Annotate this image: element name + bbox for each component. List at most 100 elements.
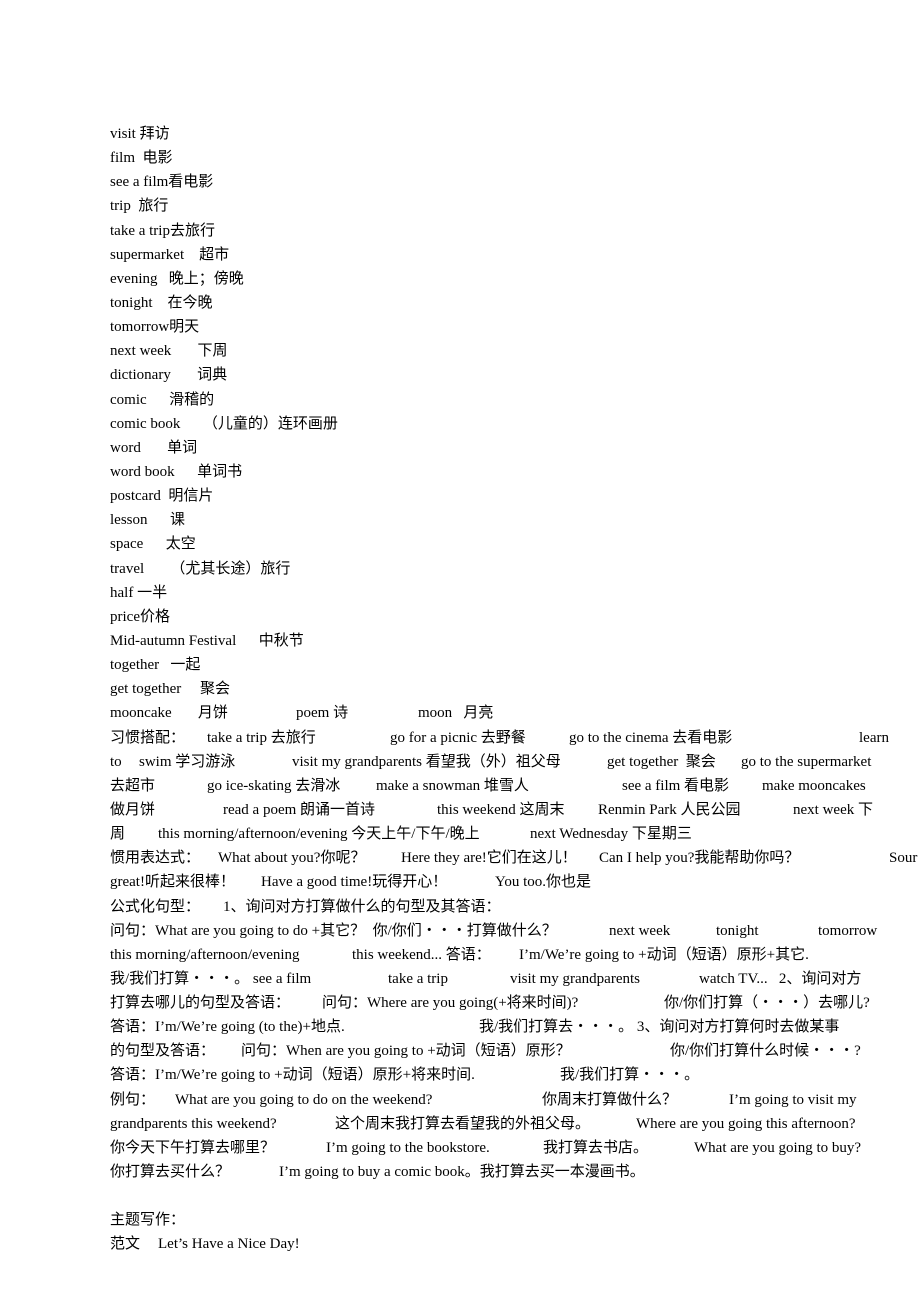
- collocation-line: 去超市 go ice-skating 去滑冰 make a snowman 堆雪…: [110, 774, 920, 798]
- expression: You too.你也是: [495, 874, 591, 891]
- document-page: visit 拜访 film 电影 see a film看电影 trip 旅行 t…: [110, 122, 920, 1257]
- vocab-item: visit 拜访: [110, 126, 170, 142]
- vocab-item: price价格: [110, 608, 170, 625]
- pattern-text: 你/你们打算（・・・）去哪儿?: [664, 995, 870, 1012]
- example-text: 你今天下午打算去哪里？: [110, 1139, 276, 1156]
- pattern-text: 的句型及答语：: [110, 1043, 216, 1060]
- collocation: next Wednesday 下星期三: [530, 826, 692, 843]
- vocab-item: space 太空: [110, 536, 196, 553]
- vocab-item: tonight 在今晚: [110, 294, 213, 311]
- vocab-item: word 单词: [110, 439, 198, 456]
- vocab-item: get together 聚会: [110, 681, 230, 698]
- pattern-text: 打算去哪儿的句型及答语：: [110, 995, 291, 1012]
- pattern-text: 你/你们打算什么时候・・・?: [670, 1043, 861, 1060]
- collocation: take a trip 去旅行: [207, 729, 316, 746]
- pattern-text: watch TV... 2、询问对方: [699, 970, 862, 987]
- collocation: go for a picnic 去野餐: [390, 729, 526, 746]
- example-text: I’m going to the bookstore.: [326, 1139, 490, 1156]
- example-line: 例句： What are you going to do on the week…: [110, 1088, 920, 1112]
- pattern-line: 公式化句型： 1、询问对方打算做什么的句型及其答语：: [110, 895, 920, 919]
- collocation: read a poem 朗诵一首诗: [223, 801, 376, 818]
- collocation: swim 学习游泳: [139, 753, 236, 770]
- pattern-line: this morning/afternoon/evening this week…: [110, 943, 920, 967]
- vocab-item: together 一起: [110, 657, 201, 674]
- collocation: visit my grandparents 看望我（外）祖父母: [292, 753, 561, 770]
- vocab-item-multi: mooncake 月饼 poem 诗 moon 月亮: [110, 701, 920, 725]
- pattern-text: this weekend... 答语：: [352, 946, 491, 963]
- vocab-item: lesson 课: [110, 512, 186, 529]
- sample-title: Let’s Have a Nice Day!: [158, 1236, 300, 1253]
- collocation: 做月饼: [110, 801, 156, 818]
- expression: Have a good time!玩得开心！: [261, 874, 448, 891]
- collocation: make a snowman 堆雪人: [376, 777, 529, 794]
- collocation-line: 习惯搭配： take a trip 去旅行 go for a picnic 去野…: [110, 726, 920, 750]
- collocation: Renmin Park 人民公园: [598, 801, 741, 818]
- collocation: this weekend 这周末: [437, 801, 565, 818]
- vocab-item: comic 滑稽的: [110, 391, 215, 408]
- expression-line: 惯用表达式： What about you?你呢？ Here they are!…: [110, 846, 920, 870]
- pattern-text: 问句：When are you going to +动词（短语）原形？: [241, 1043, 571, 1060]
- collocation: go ice-skating 去滑冰: [207, 777, 341, 794]
- example-text: 你周末打算做什么？: [542, 1091, 678, 1108]
- vocab-item: see a film看电影: [110, 174, 214, 191]
- collocation: this morning/afternoon/evening 今天上午/下午/晚…: [158, 826, 480, 843]
- collocation-line: 周 this morning/afternoon/evening 今天上午/下午…: [110, 822, 920, 846]
- collocation: go to the cinema 去看电影: [569, 729, 733, 746]
- example-text: I’m going to visit my: [729, 1091, 857, 1108]
- collocations-section: 习惯搭配： take a trip 去旅行 go for a picnic 去野…: [110, 726, 920, 847]
- section-label: 主题写作：: [110, 1212, 186, 1229]
- pattern-text: 问句：What are you going to do +其它？ 你/你们・・・…: [110, 922, 557, 939]
- collocation: go to the supermarket: [741, 753, 872, 770]
- example-text: 你打算去买什么？: [110, 1164, 231, 1181]
- pattern-text: 答语：I’m/We’re going to +动词（短语）原形+将来时间.: [110, 1067, 475, 1084]
- vocab-item: evening 晚上；傍晚: [110, 270, 244, 287]
- vocab-item: Mid-autumn Festival 中秋节: [110, 632, 304, 649]
- pattern-text: tonight: [716, 922, 759, 939]
- vocab-item: postcard 明信片: [110, 488, 214, 505]
- expression-line: great!听起来很棒！ Have a good time!玩得开心！ You …: [110, 870, 920, 894]
- pattern-line: 答语：I’m/We’re going to +动词（短语）原形+将来时间. 我/…: [110, 1063, 920, 1087]
- example-text: Where are you going this afternoon?: [636, 1115, 856, 1132]
- pattern-text: 答语：I’m/We’re going (to the)+地点.: [110, 1019, 345, 1036]
- pattern-text: 我/我们打算・・・。 see a film: [110, 970, 312, 987]
- pattern-text: take a trip: [388, 970, 448, 987]
- vocab-item: word book 单词书: [110, 463, 243, 480]
- example-line: grandparents this weekend? 这个周末我打算去看望我的外…: [110, 1112, 920, 1136]
- vocab-item: poem 诗: [296, 705, 349, 722]
- example-line: 你打算去买什么？ I’m going to buy a comic book。我…: [110, 1160, 920, 1184]
- pattern-text: visit my grandparents: [510, 970, 640, 987]
- sample-label: 范文: [110, 1236, 141, 1253]
- expression: Sour: [889, 850, 918, 867]
- pattern-text: I’m/We’re going to +动词（短语）原形+其它.: [519, 946, 809, 963]
- pattern-text: tomorrow: [818, 922, 878, 939]
- expressions-section: 惯用表达式： What about you?你呢？ Here they are!…: [110, 846, 920, 894]
- collocation: to: [110, 753, 122, 770]
- collocation: 去超市: [110, 777, 156, 794]
- collocation: next week 下: [793, 801, 873, 818]
- pattern-text: 我/我们打算去・・・。 3、询问对方打算何时去做某事: [479, 1019, 840, 1036]
- section-label: 惯用表达式：: [110, 850, 201, 867]
- collocation-line: 做月饼 read a poem 朗诵一首诗 this weekend 这周末 R…: [110, 798, 920, 822]
- pattern-line: 问句：What are you going to do +其它？ 你/你们・・・…: [110, 919, 920, 943]
- vocab-item: travel （尤其长途）旅行: [110, 560, 291, 577]
- collocation-line: to swim 学习游泳 visit my grandparents 看望我（外…: [110, 750, 920, 774]
- pattern-line: 我/我们打算・・・。 see a film take a trip visit …: [110, 967, 920, 991]
- section-label: 习惯搭配：: [110, 729, 186, 746]
- vocab-item: half 一半: [110, 584, 168, 601]
- patterns-section: 公式化句型： 1、询问对方打算做什么的句型及其答语： 问句：What are y…: [110, 895, 920, 1088]
- example-line: 你今天下午打算去哪里？ I’m going to the bookstore. …: [110, 1136, 920, 1160]
- expression: Can I help you?我能帮助你吗？: [599, 850, 800, 867]
- example-text: grandparents this weekend?: [110, 1115, 277, 1132]
- pattern-heading: 1、询问对方打算做什么的句型及其答语：: [223, 898, 501, 915]
- vocab-list: visit 拜访 film 电影 see a film看电影 trip 旅行 t…: [110, 122, 920, 726]
- vocab-item: take a trip去旅行: [110, 222, 215, 239]
- example-text: I’m going to buy a comic book。我打算去买一本漫画书…: [279, 1164, 645, 1181]
- vocab-item: tomorrow明天: [110, 319, 200, 336]
- example-text: 我打算去书店。: [543, 1139, 649, 1156]
- writing-section: 主题写作： 范文 Let’s Have a Nice Day!: [110, 1208, 920, 1256]
- collocation: 周: [110, 826, 126, 843]
- pattern-text: 我/我们打算・・・。: [560, 1067, 700, 1084]
- section-label: 公式化句型：: [110, 898, 201, 915]
- pattern-text: this morning/afternoon/evening: [110, 946, 300, 963]
